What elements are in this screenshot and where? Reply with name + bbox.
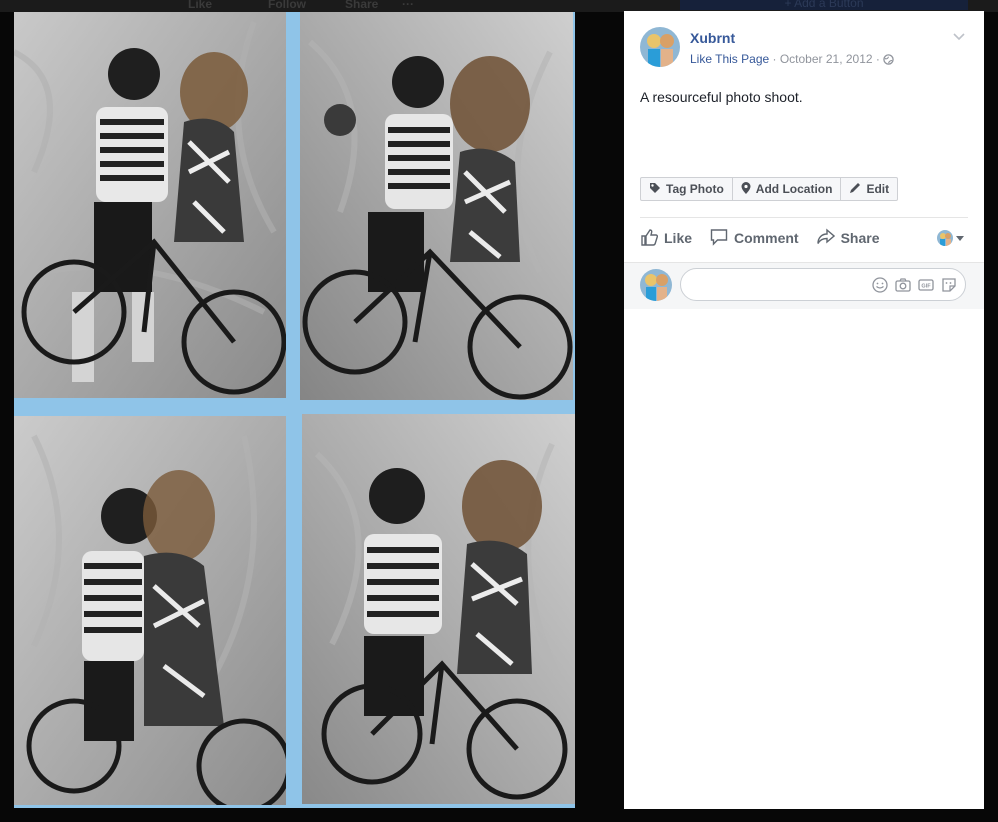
location-pin-icon [741, 181, 751, 197]
comment-label: Comment [734, 230, 799, 246]
share-button[interactable]: Share [816, 227, 880, 249]
photo-panel-4 [302, 414, 575, 804]
photo-tag-bar: Tag Photo Add Location Edit [640, 177, 899, 201]
like-label: Like [664, 230, 693, 246]
sticker-icon[interactable] [941, 277, 957, 293]
photo-viewer: Like Follow Share ··· + Add a Button Xub… [0, 0, 998, 822]
tag-icon [649, 182, 661, 197]
post-actions: Like Comment Share [640, 223, 968, 253]
options-chevron-icon[interactable] [952, 29, 966, 43]
post-date[interactable]: October 21, 2012 [780, 52, 873, 66]
add-location-label: Add Location [755, 182, 833, 196]
edit-button[interactable]: Edit [841, 178, 897, 200]
globe-icon [883, 54, 894, 68]
bg-share-link: Share [345, 0, 379, 11]
edit-label: Edit [866, 182, 890, 196]
bg-like-link: Like [188, 0, 213, 11]
comment-bubble-icon [710, 228, 728, 249]
add-location-button[interactable]: Add Location [733, 178, 842, 200]
page-avatar[interactable] [640, 27, 680, 67]
meta-separator: · [872, 52, 884, 66]
share-arrow-icon [816, 227, 835, 249]
photo-panel-2 [300, 12, 573, 400]
commenter-avatar [640, 269, 672, 301]
share-label: Share [840, 230, 880, 246]
thumbs-up-icon [640, 228, 659, 249]
reaction-identity-selector[interactable] [937, 229, 964, 247]
bg-follow-link: Follow [268, 0, 306, 11]
photo-panel-3 [14, 416, 286, 805]
page-name[interactable]: Xubrnt [690, 30, 735, 46]
like-button[interactable]: Like [640, 228, 692, 249]
comment-input-icons: GIF [872, 277, 957, 293]
comment-button[interactable]: Comment [710, 228, 799, 249]
divider [640, 217, 968, 218]
bg-add-button: + Add a Button [680, 0, 968, 10]
post-caption: A resourceful photo shoot. [640, 89, 803, 105]
caret-down-icon [956, 229, 964, 247]
tag-photo-label: Tag Photo [666, 182, 724, 196]
bg-more-link: ··· [402, 0, 414, 11]
camera-icon[interactable] [895, 277, 911, 293]
like-page-link[interactable]: Like This Page [690, 52, 769, 66]
post-meta: Like This Page · October 21, 2012 · [690, 52, 894, 68]
meta-separator: · [769, 52, 780, 66]
pencil-icon [849, 182, 861, 197]
photo-panel-1 [14, 12, 286, 398]
comment-composer: GIF [624, 262, 984, 309]
svg-text:GIF: GIF [921, 284, 931, 290]
photo[interactable] [14, 12, 575, 808]
gif-icon[interactable]: GIF [918, 277, 934, 293]
tag-photo-button[interactable]: Tag Photo [641, 178, 733, 200]
comment-input[interactable]: GIF [680, 268, 966, 301]
identity-avatar [937, 230, 953, 246]
post-info-pane: Xubrnt Like This Page · October 21, 2012… [624, 11, 984, 809]
emoji-icon[interactable] [872, 277, 888, 293]
